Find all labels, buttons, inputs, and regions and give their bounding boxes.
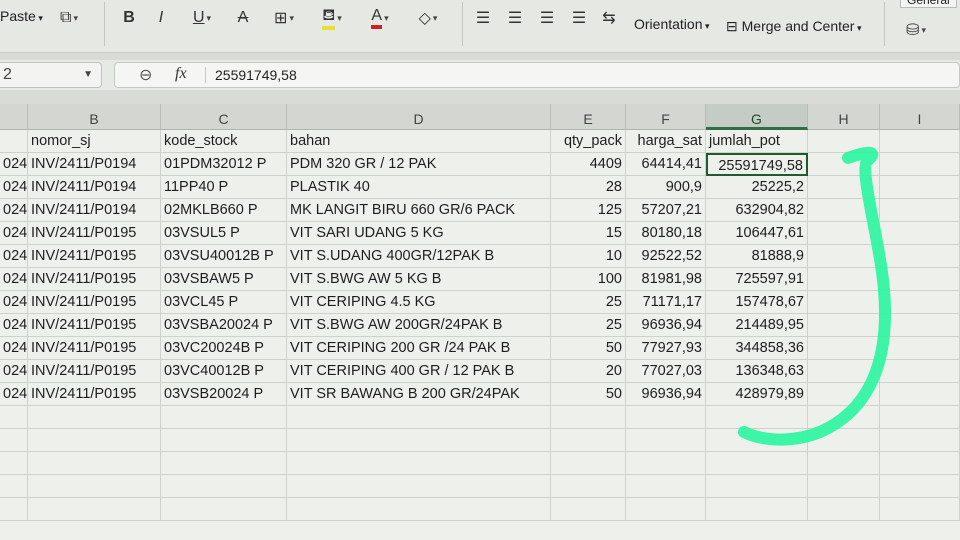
annotation-stroke	[738, 147, 891, 446]
